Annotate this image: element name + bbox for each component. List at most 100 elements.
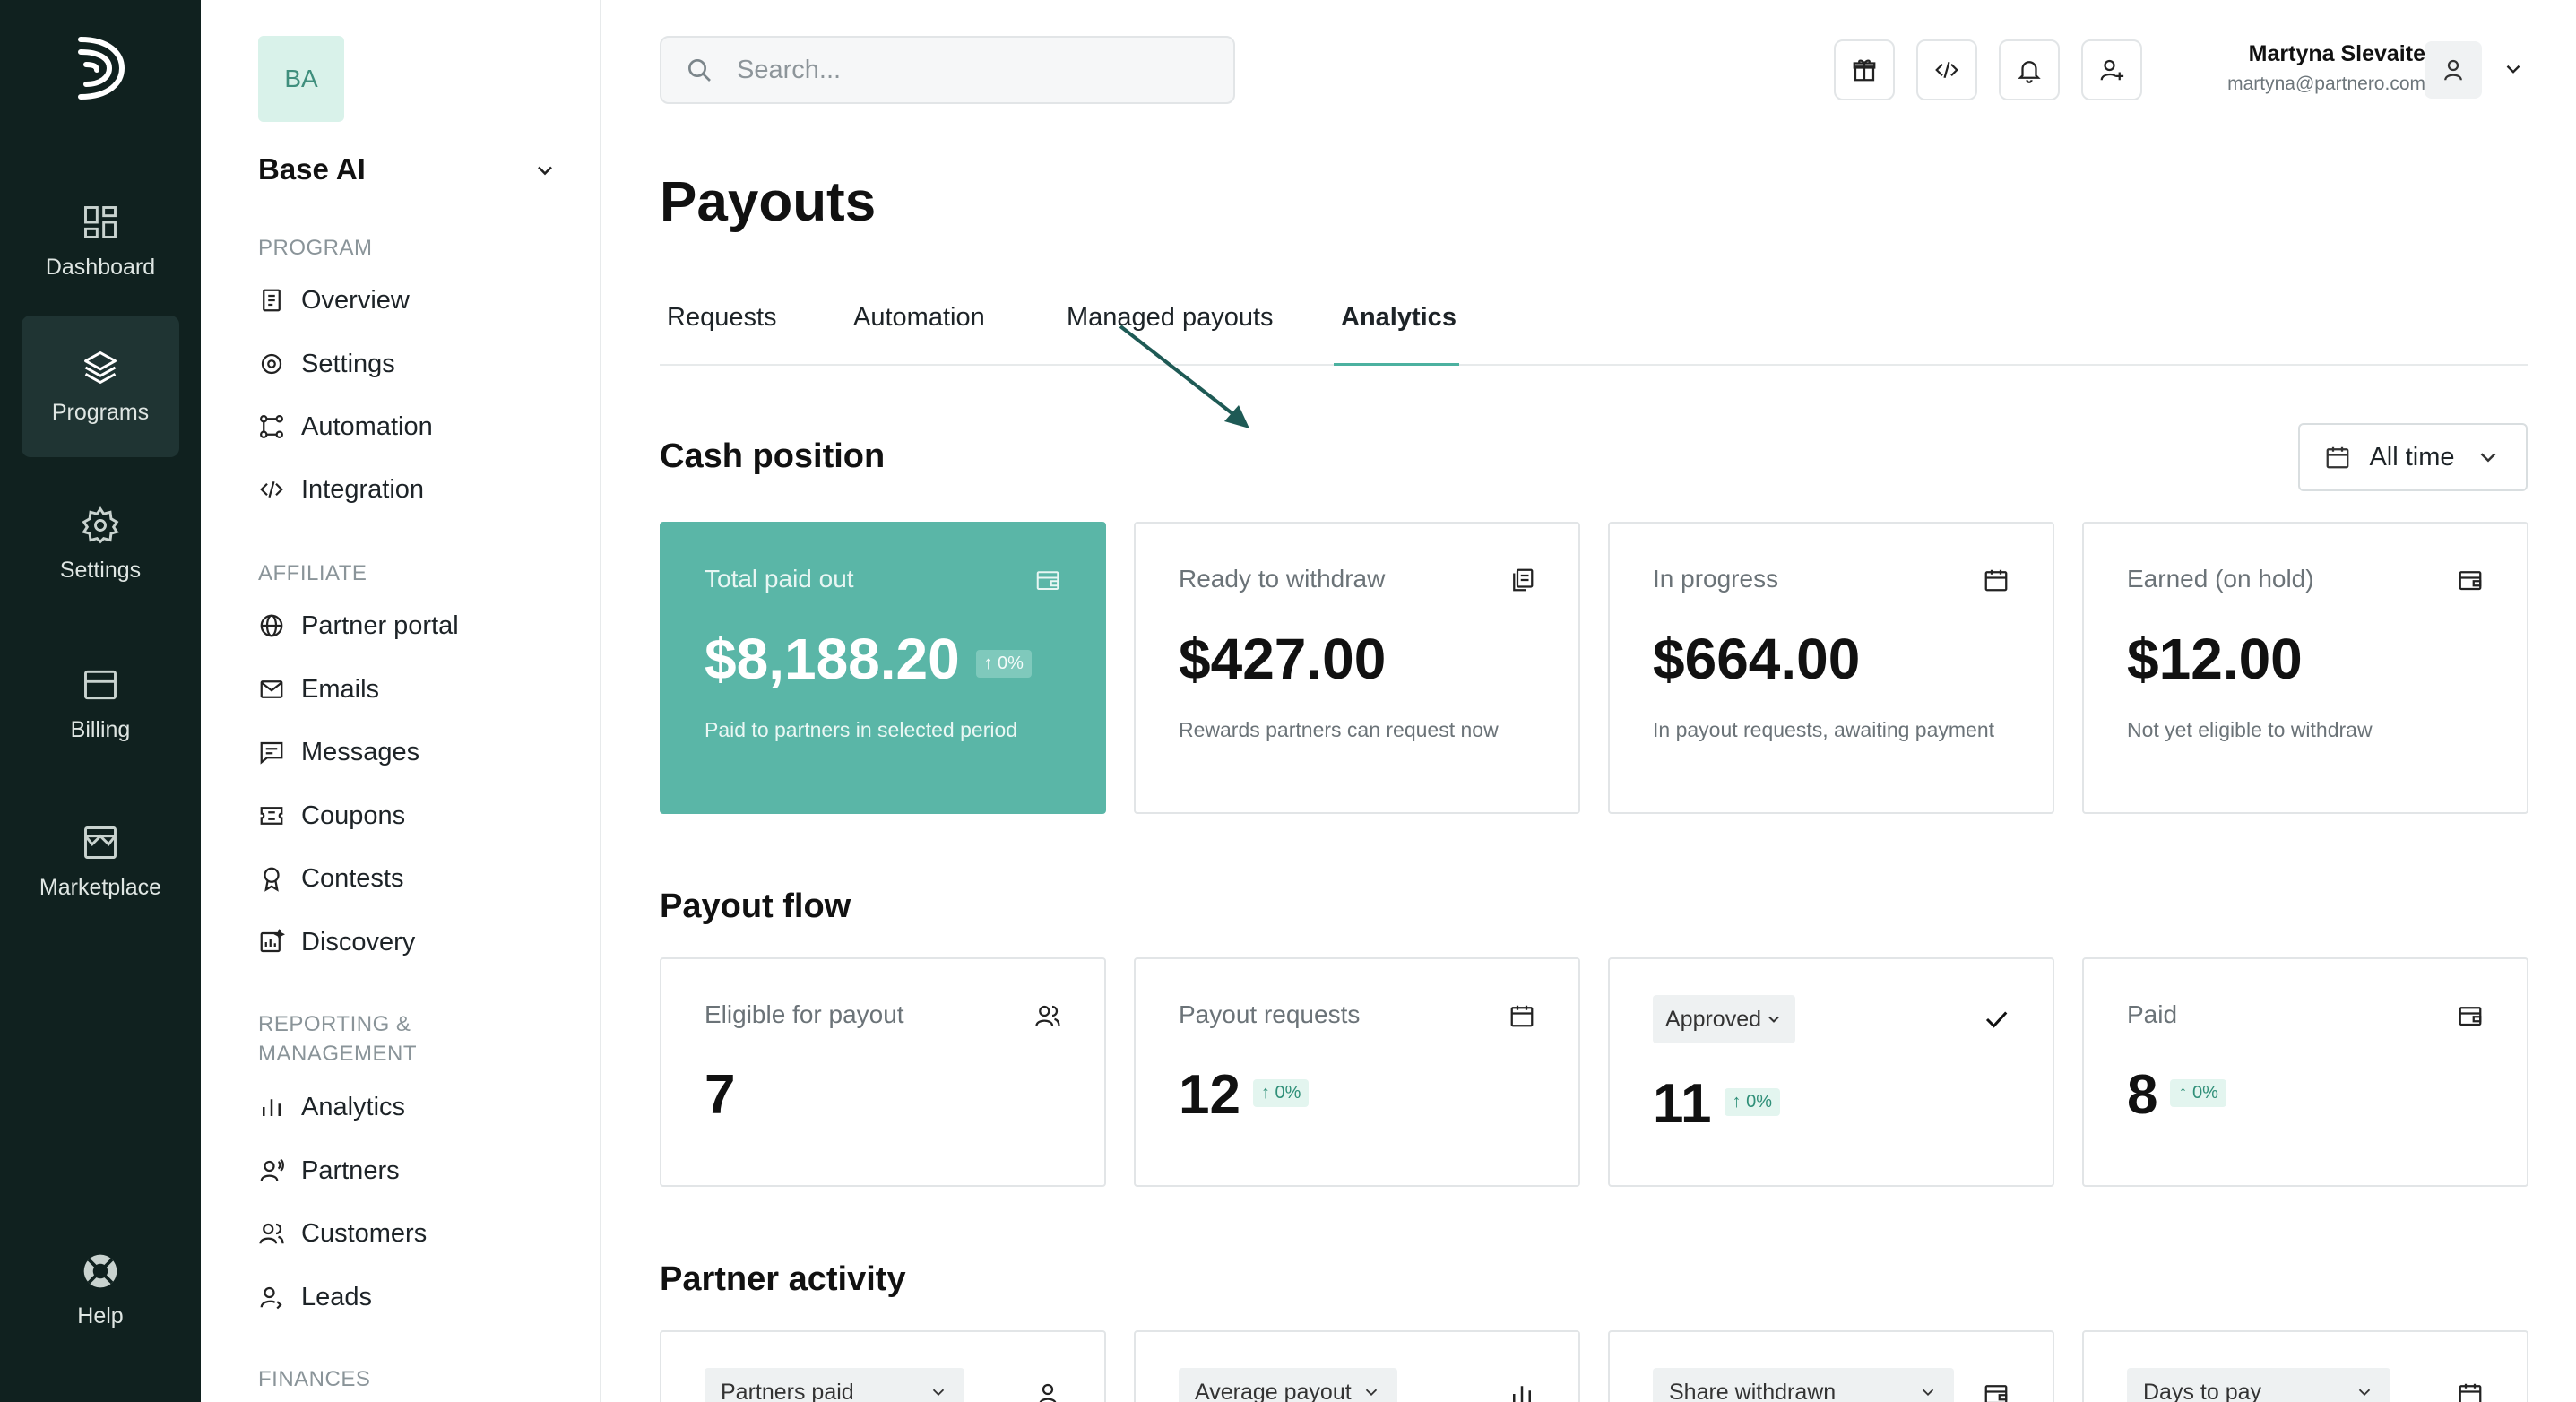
metric-label: Days to pay [2143, 1379, 2262, 1402]
nav-overview[interactable]: Overview [258, 278, 410, 323]
metric-dropdown[interactable]: Days to pay [2127, 1368, 2390, 1402]
card-payout-requests: Payout requests 12 ↑ 0% [1134, 957, 1580, 1187]
gift-icon [1853, 59, 1876, 82]
card-total-paid-out: Total paid out $8,188.20 ↑ 0% Paid to pa… [660, 522, 1106, 814]
tab-automation[interactable]: Automation [846, 296, 992, 366]
user-name[interactable]: Martyna Slevaite [2249, 41, 2425, 67]
card-value-text: $8,188.20 [705, 627, 960, 691]
notifications-button[interactable] [1999, 39, 2060, 100]
partnero-logo[interactable] [73, 32, 127, 104]
chevron-down-icon[interactable] [2502, 57, 2525, 81]
nav-customers[interactable]: Customers [258, 1211, 427, 1256]
nav-partner-portal-label: Partner portal [301, 610, 459, 640]
card-label: Paid [2127, 1000, 2178, 1028]
nav-messages[interactable]: Messages [258, 730, 419, 775]
card-description: In payout requests, awaiting payment [1653, 718, 1995, 741]
card-days-to-pay: Days to pay [2082, 1330, 2528, 1402]
payout-tabs: Requests Automation Managed payouts Anal… [660, 296, 2528, 366]
chevron-down-icon [932, 1389, 945, 1397]
nav-overview-label: Overview [301, 285, 410, 315]
nav-contests[interactable]: Contests [258, 856, 403, 901]
bell-icon [2018, 61, 2041, 83]
card-value: $12.00 [2127, 627, 2303, 691]
document-icon [263, 289, 281, 312]
wallet-icon [1036, 571, 1059, 590]
bar-chart-icon [1513, 1386, 1531, 1402]
bar-chart-icon [263, 1099, 281, 1116]
card-value: $8,188.20 ↑ 0% [705, 626, 1032, 692]
gift-button[interactable] [1834, 39, 1895, 100]
nav-emails-label: Emails [301, 674, 380, 704]
nav-partner-portal[interactable]: Partner portal [258, 603, 459, 648]
card-description: Paid to partners in selected period [705, 718, 1018, 741]
date-range-value: All time [2369, 442, 2455, 472]
status-filter-dropdown[interactable]: Approved [1653, 995, 1796, 1043]
section-label-program: PROGRAM [258, 236, 373, 260]
nav-discovery-label: Discovery [301, 927, 416, 956]
workspace-name[interactable]: Base AI [258, 152, 366, 186]
card-value: 8 ↑ 0% [2127, 1063, 2226, 1127]
nav-integration[interactable]: Integration [258, 467, 424, 512]
metric-dropdown[interactable]: Average payout [1179, 1368, 1397, 1402]
rail-help[interactable]: Help [22, 1219, 179, 1361]
card-value: $427.00 [1179, 627, 1387, 691]
gear-icon [82, 506, 119, 543]
nav-coupons-label: Coupons [301, 801, 406, 830]
avatar[interactable] [2425, 41, 2482, 99]
rail-programs[interactable]: Programs [22, 316, 179, 457]
payout-flow-title: Payout flow [660, 887, 851, 925]
globe-icon [260, 614, 283, 637]
card-eligible-for-payout: Eligible for payout 7 [660, 957, 1106, 1187]
check-icon [1985, 1011, 2008, 1028]
dashboard-icon [84, 205, 117, 238]
metric-dropdown[interactable]: Partners paid [705, 1368, 964, 1402]
search-icon [688, 59, 711, 82]
nav-automation-label: Automation [301, 411, 433, 441]
user-icon [1039, 1383, 1057, 1402]
users-icon [259, 1223, 284, 1244]
tab-requests[interactable]: Requests [660, 296, 784, 366]
section-label-finances: FINANCES [258, 1367, 371, 1391]
partner-icon [260, 1158, 284, 1181]
rail-billing-label: Billing [70, 716, 131, 742]
workspace-avatar[interactable]: BA [258, 36, 344, 122]
page-title: Payouts [660, 171, 877, 233]
program-sidebar: BA Base AI PROGRAM Overview Settings Aut… [201, 0, 601, 1402]
nav-analytics[interactable]: Analytics [258, 1085, 405, 1129]
nav-leads-label: Leads [301, 1282, 373, 1311]
rail-settings[interactable]: Settings [22, 473, 179, 615]
nav-discovery[interactable]: Discovery [258, 920, 415, 965]
tab-analytics[interactable]: Analytics [1334, 296, 1459, 366]
rail-billing[interactable]: Billing [22, 633, 179, 775]
nav-coupons[interactable]: Coupons [258, 793, 405, 838]
invite-user-button[interactable] [2081, 39, 2142, 100]
card-label: In progress [1653, 565, 1779, 593]
card-label: Ready to withdraw [1179, 565, 1386, 593]
rail-dashboard[interactable]: Dashboard [22, 170, 179, 312]
card-value: 7 [705, 1063, 735, 1127]
wallet-icon [2459, 571, 2482, 591]
nav-partners[interactable]: Partners [258, 1148, 400, 1193]
card-label: Earned (on hold) [2127, 565, 2314, 593]
nav-customers-label: Customers [301, 1218, 428, 1248]
date-range-select[interactable]: All time [2298, 423, 2528, 491]
cash-position-title: Cash position [660, 437, 886, 475]
message-icon [260, 741, 283, 765]
card-description: Not yet eligible to withdraw [2127, 718, 2373, 741]
code-button[interactable] [1916, 39, 1977, 100]
award-icon [264, 867, 280, 892]
nav-emails[interactable]: Emails [258, 667, 379, 712]
nav-settings[interactable]: Settings [258, 342, 395, 386]
nav-integration-label: Integration [301, 474, 425, 504]
store-icon [84, 826, 117, 859]
search-input[interactable] [737, 55, 1203, 85]
main-content: Martyna Slevaite martyna@partnero.com Pa… [601, 0, 2576, 1402]
rail-marketplace[interactable]: Marketplace [22, 791, 179, 932]
nav-leads[interactable]: Leads [258, 1275, 372, 1320]
chevron-down-icon[interactable] [532, 158, 558, 183]
nav-automation[interactable]: Automation [258, 404, 433, 449]
chevron-down-icon [2480, 453, 2495, 463]
metric-dropdown[interactable]: Share withdrawn [1653, 1368, 1954, 1402]
search-bar[interactable] [660, 36, 1235, 104]
rail-help-label: Help [77, 1302, 124, 1328]
